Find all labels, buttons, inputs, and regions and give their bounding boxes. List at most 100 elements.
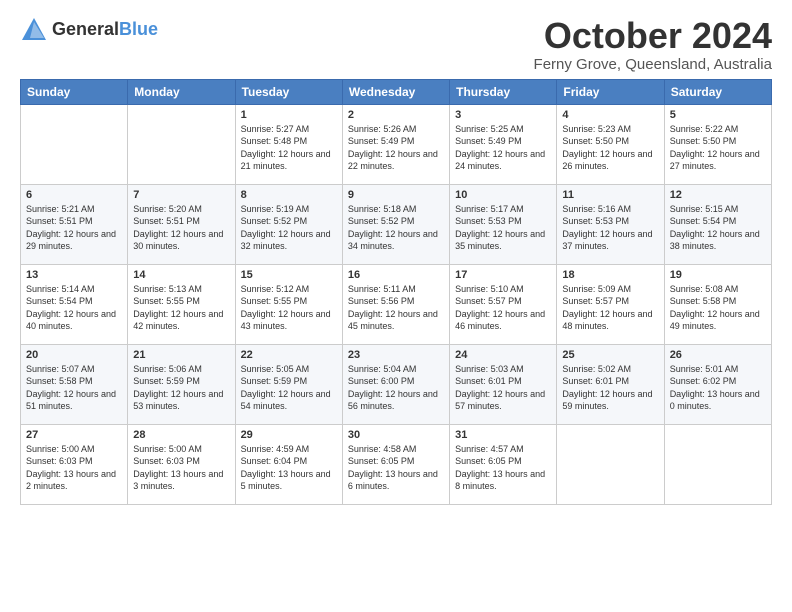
weekday-header-row: SundayMondayTuesdayWednesdayThursdayFrid… [21, 79, 772, 104]
logo-icon [20, 16, 48, 44]
calendar-cell: 31 Sunrise: 4:57 AM Sunset: 6:05 PM Dayli… [450, 424, 557, 504]
day-number: 28 [133, 429, 229, 441]
day-info: Sunrise: 5:25 AM Sunset: 5:49 PM Dayligh… [455, 123, 551, 173]
day-number: 13 [26, 269, 122, 281]
day-info: Sunrise: 5:13 AM Sunset: 5:55 PM Dayligh… [133, 283, 229, 333]
day-number: 17 [455, 269, 551, 281]
day-info: Sunrise: 5:06 AM Sunset: 5:59 PM Dayligh… [133, 363, 229, 413]
calendar-cell: 8 Sunrise: 5:19 AM Sunset: 5:52 PM Daylig… [235, 184, 342, 264]
day-number: 2 [348, 109, 444, 121]
calendar-cell: 1Sunrise: 5:27 AM Sunset: 5:48 PM Daylig… [235, 104, 342, 184]
day-info: Sunrise: 5:20 AM Sunset: 5:51 PM Dayligh… [133, 203, 229, 253]
calendar-cell: 11 Sunrise: 5:16 AM Sunset: 5:53 PM Dayli… [557, 184, 664, 264]
calendar-cell: 28 Sunrise: 5:00 AM Sunset: 6:03 PM Dayli… [128, 424, 235, 504]
day-number: 29 [241, 429, 337, 441]
calendar-cell: 12 Sunrise: 5:15 AM Sunset: 5:54 PM Dayli… [664, 184, 771, 264]
day-info: Sunrise: 5:00 AM Sunset: 6:03 PM Dayligh… [26, 443, 122, 493]
day-info: Sunrise: 5:00 AM Sunset: 6:03 PM Dayligh… [133, 443, 229, 493]
calendar-cell: 3 Sunrise: 5:25 AM Sunset: 5:49 PM Daylig… [450, 104, 557, 184]
calendar-cell: 19 Sunrise: 5:08 AM Sunset: 5:58 PM Dayli… [664, 264, 771, 344]
day-number: 23 [348, 349, 444, 361]
day-number: 18 [562, 269, 658, 281]
day-info: Sunrise: 5:08 AM Sunset: 5:58 PM Dayligh… [670, 283, 766, 333]
calendar-cell: 2Sunrise: 5:26 AM Sunset: 5:49 PM Daylig… [342, 104, 449, 184]
calendar-cell: 7Sunrise: 5:20 AM Sunset: 5:51 PM Daylig… [128, 184, 235, 264]
weekday-header: Saturday [664, 79, 771, 104]
calendar-cell: 21 Sunrise: 5:06 AM Sunset: 5:59 PM Dayli… [128, 344, 235, 424]
day-info: Sunrise: 5:05 AM Sunset: 5:59 PM Dayligh… [241, 363, 337, 413]
calendar-cell: 9 Sunrise: 5:18 AM Sunset: 5:52 PM Daylig… [342, 184, 449, 264]
calendar-cell: 29 Sunrise: 4:59 AM Sunset: 6:04 PM Dayli… [235, 424, 342, 504]
day-number: 16 [348, 269, 444, 281]
day-info: Sunrise: 5:23 AM Sunset: 5:50 PM Dayligh… [562, 123, 658, 173]
calendar-week-row: 13 Sunrise: 5:14 AM Sunset: 5:54 PM Dayli… [21, 264, 772, 344]
weekday-header: Monday [128, 79, 235, 104]
weekday-header: Tuesday [235, 79, 342, 104]
day-info: Sunrise: 4:57 AM Sunset: 6:05 PM Dayligh… [455, 443, 551, 493]
day-number: 30 [348, 429, 444, 441]
calendar-cell: 20 Sunrise: 5:07 AM Sunset: 5:58 PM Dayli… [21, 344, 128, 424]
logo: General Blue [20, 16, 158, 44]
day-number: 11 [562, 189, 658, 201]
calendar-cell: 15 Sunrise: 5:12 AM Sunset: 5:55 PM Dayli… [235, 264, 342, 344]
day-info: Sunrise: 5:22 AM Sunset: 5:50 PM Dayligh… [670, 123, 766, 173]
calendar-cell: 27 Sunrise: 5:00 AM Sunset: 6:03 PM Dayli… [21, 424, 128, 504]
calendar-week-row: 20 Sunrise: 5:07 AM Sunset: 5:58 PM Dayli… [21, 344, 772, 424]
day-info: Sunrise: 5:11 AM Sunset: 5:56 PM Dayligh… [348, 283, 444, 333]
logo-text-general: General [52, 20, 119, 40]
day-number: 21 [133, 349, 229, 361]
page: General Blue October 2024 Ferny Grove, Q… [0, 0, 792, 515]
day-info: Sunrise: 4:59 AM Sunset: 6:04 PM Dayligh… [241, 443, 337, 493]
day-number: 15 [241, 269, 337, 281]
calendar-cell: 26 Sunrise: 5:01 AM Sunset: 6:02 PM Dayli… [664, 344, 771, 424]
weekday-header: Friday [557, 79, 664, 104]
calendar-cell: 13 Sunrise: 5:14 AM Sunset: 5:54 PM Dayli… [21, 264, 128, 344]
calendar-cell: 22Sunrise: 5:05 AM Sunset: 5:59 PM Dayli… [235, 344, 342, 424]
day-info: Sunrise: 5:01 AM Sunset: 6:02 PM Dayligh… [670, 363, 766, 413]
calendar-cell: 5Sunrise: 5:22 AM Sunset: 5:50 PM Daylig… [664, 104, 771, 184]
day-info: Sunrise: 5:07 AM Sunset: 5:58 PM Dayligh… [26, 363, 122, 413]
calendar-cell [664, 424, 771, 504]
location-title: Ferny Grove, Queensland, Australia [534, 56, 772, 73]
calendar-cell: 4 Sunrise: 5:23 AM Sunset: 5:50 PM Daylig… [557, 104, 664, 184]
day-info: Sunrise: 5:10 AM Sunset: 5:57 PM Dayligh… [455, 283, 551, 333]
day-number: 19 [670, 269, 766, 281]
day-number: 9 [348, 189, 444, 201]
day-number: 4 [562, 109, 658, 121]
day-number: 20 [26, 349, 122, 361]
day-info: Sunrise: 5:04 AM Sunset: 6:00 PM Dayligh… [348, 363, 444, 413]
weekday-header: Sunday [21, 79, 128, 104]
header: General Blue October 2024 Ferny Grove, Q… [20, 16, 772, 73]
day-number: 12 [670, 189, 766, 201]
day-info: Sunrise: 5:03 AM Sunset: 6:01 PM Dayligh… [455, 363, 551, 413]
calendar-cell: 6Sunrise: 5:21 AM Sunset: 5:51 PM Daylig… [21, 184, 128, 264]
day-info: Sunrise: 5:09 AM Sunset: 5:57 PM Dayligh… [562, 283, 658, 333]
month-title: October 2024 [534, 16, 772, 56]
day-info: Sunrise: 5:16 AM Sunset: 5:53 PM Dayligh… [562, 203, 658, 253]
day-number: 31 [455, 429, 551, 441]
calendar-cell: 10Sunrise: 5:17 AM Sunset: 5:53 PM Dayli… [450, 184, 557, 264]
calendar-week-row: 6Sunrise: 5:21 AM Sunset: 5:51 PM Daylig… [21, 184, 772, 264]
day-info: Sunrise: 5:15 AM Sunset: 5:54 PM Dayligh… [670, 203, 766, 253]
day-info: Sunrise: 5:02 AM Sunset: 6:01 PM Dayligh… [562, 363, 658, 413]
day-number: 8 [241, 189, 337, 201]
title-block: October 2024 Ferny Grove, Queensland, Au… [534, 16, 772, 73]
day-info: Sunrise: 5:12 AM Sunset: 5:55 PM Dayligh… [241, 283, 337, 333]
day-number: 1 [241, 109, 337, 121]
day-info: Sunrise: 4:58 AM Sunset: 6:05 PM Dayligh… [348, 443, 444, 493]
calendar-cell: 16 Sunrise: 5:11 AM Sunset: 5:56 PM Dayli… [342, 264, 449, 344]
calendar-week-row: 1Sunrise: 5:27 AM Sunset: 5:48 PM Daylig… [21, 104, 772, 184]
day-number: 27 [26, 429, 122, 441]
day-info: Sunrise: 5:18 AM Sunset: 5:52 PM Dayligh… [348, 203, 444, 253]
day-number: 10 [455, 189, 551, 201]
calendar-cell: 25 Sunrise: 5:02 AM Sunset: 6:01 PM Dayli… [557, 344, 664, 424]
logo-text-blue: Blue [119, 20, 158, 40]
day-info: Sunrise: 5:19 AM Sunset: 5:52 PM Dayligh… [241, 203, 337, 253]
day-number: 3 [455, 109, 551, 121]
day-info: Sunrise: 5:14 AM Sunset: 5:54 PM Dayligh… [26, 283, 122, 333]
day-number: 26 [670, 349, 766, 361]
day-number: 24 [455, 349, 551, 361]
calendar-cell: 14Sunrise: 5:13 AM Sunset: 5:55 PM Dayli… [128, 264, 235, 344]
weekday-header: Thursday [450, 79, 557, 104]
day-number: 25 [562, 349, 658, 361]
